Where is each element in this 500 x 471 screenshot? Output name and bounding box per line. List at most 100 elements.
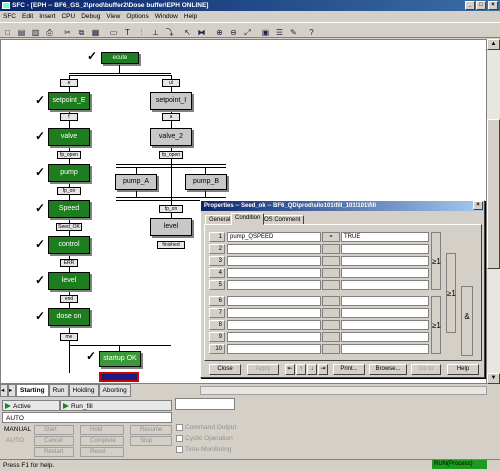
operand-field[interactable] [227,280,321,290]
operand-field[interactable] [227,244,321,254]
operator-select[interactable] [322,280,340,290]
step-control[interactable]: control [48,236,90,254]
initial-step[interactable]: ecute [101,52,139,64]
value-field[interactable] [341,308,429,318]
manual-label[interactable]: MANUAL [2,424,31,435]
value-field[interactable]: TRUE [341,232,429,242]
help-icon[interactable]: ? [305,27,318,39]
menu-window[interactable]: Window [152,11,181,22]
step-level[interactable]: level [48,272,90,290]
transition-end[interactable]: end [60,295,78,303]
transition-f[interactable]: f [60,113,78,121]
value-field[interactable] [341,332,429,342]
select-icon[interactable]: ↖ [181,27,194,39]
complete-button[interactable]: Complete [80,436,124,446]
transition-icon[interactable]: T [121,27,134,39]
vertical-scrollbar[interactable]: ▲ ▼ [487,39,500,384]
transition-ul[interactable]: ul [162,79,180,87]
operator-select[interactable] [322,344,340,354]
goto-button[interactable]: Go to [411,364,441,375]
step-pump[interactable]: pump [48,164,90,182]
menu-debug[interactable]: Debug [78,11,103,22]
start-button[interactable]: Start [34,425,74,435]
table-icon[interactable]: ☰ [273,27,286,39]
value-field[interactable] [341,244,429,254]
tab-aborting[interactable]: Aborting [98,384,131,397]
operator-select[interactable] [322,332,340,342]
operand-field[interactable]: pump_QSPEED [227,232,321,242]
cancel-button[interactable]: Cancel [34,436,74,446]
restart-button[interactable]: Restart [34,447,74,457]
step-setpoint-i[interactable]: setpoint_I [150,92,192,110]
or-block-3[interactable]: ≥1 [446,253,456,333]
transition-e[interactable]: e [60,79,78,87]
print-icon[interactable]: ⎙ [43,27,56,39]
value-field[interactable] [341,268,429,278]
help-button[interactable]: Help [447,364,479,375]
tab-next-icon[interactable]: ▸ [8,384,16,397]
scroll-down-icon[interactable]: ▼ [487,373,500,384]
auto-button[interactable]: AUTO [2,435,30,446]
step-pump-a[interactable]: pump_A [115,174,157,190]
operator-select[interactable] [322,256,340,266]
transition-a[interactable]: a [162,113,180,121]
or-block-2[interactable]: ≥1 [431,296,441,354]
operand-field[interactable] [227,256,321,266]
operand-field[interactable] [227,344,321,354]
operator-select[interactable] [322,244,340,254]
scroll-thumb[interactable] [487,119,500,269]
cut-icon[interactable]: ✂ [61,27,74,39]
minimize-button[interactable]: _ [465,1,475,10]
and-block[interactable]: & [461,286,473,356]
transition-me[interactable]: me [60,333,78,341]
reset-button[interactable]: Reset [80,447,124,457]
stop-button[interactable]: Stop [130,436,172,446]
operator-select[interactable]: = [322,232,340,242]
resume-button[interactable]: Resume [130,425,172,435]
dialog-close-button[interactable]: Close [209,364,241,375]
menu-view[interactable]: View [103,11,123,22]
connect-icon[interactable]: ⧓ [195,27,208,39]
down-icon[interactable]: ↓ [307,364,317,375]
fit-icon[interactable]: ⤢ [241,27,254,39]
step-valve-2[interactable]: valve_2 [150,128,192,146]
transition-fp-on[interactable]: fp_on [57,187,81,195]
transition-finished[interactable]: finished [157,241,185,249]
or-block-1[interactable]: ≥1 [431,232,441,290]
properties-icon[interactable]: ▣ [259,27,272,39]
close-button[interactable]: × [488,1,498,10]
cyclic-operation-checkbox[interactable]: Cyclic Operation [176,433,256,444]
browse-button[interactable]: Browse... [369,364,407,375]
print-button[interactable]: Print... [333,364,365,375]
new-icon[interactable]: □ [1,27,14,39]
transition-fp-on-2[interactable]: fp_on [159,205,183,213]
operand-field[interactable] [227,320,321,330]
step-setpoint-e[interactable]: setpoint_E [48,92,90,110]
menu-help[interactable]: Help [181,11,200,22]
tab-starting[interactable]: Starting [16,384,49,397]
branch-icon[interactable]: ⫶ [135,27,148,39]
time-monitoring-checkbox[interactable]: Time Monitoring [176,444,256,455]
command-output-checkbox[interactable]: Command Output [176,422,256,433]
last-icon[interactable]: ⇥ [318,364,328,375]
menu-options[interactable]: Options [123,11,151,22]
step-pump-b[interactable]: pump_B [185,174,227,190]
selected-transition[interactable] [99,372,139,382]
up-icon[interactable]: ↑ [296,364,306,375]
operand-field[interactable] [227,308,321,318]
scroll-up-icon[interactable]: ▲ [487,39,500,50]
menu-cpu[interactable]: CPU [58,11,78,22]
transition-fp-open-2[interactable]: fp_open [159,151,183,159]
maximize-button[interactable]: □ [476,1,486,10]
menu-edit[interactable]: Edit [19,11,36,22]
tab-prev-icon[interactable]: ◂ [0,384,8,397]
transition-err[interactable]: ERR [60,259,78,267]
open-icon[interactable]: ▤ [15,27,28,39]
apply-button[interactable]: Apply [247,364,279,375]
step-level-2[interactable]: level [150,218,192,236]
tab-condition[interactable]: Condition [231,213,265,225]
menu-insert[interactable]: Insert [36,11,58,22]
zoom-out-icon[interactable]: ⊖ [227,27,240,39]
horizontal-scrollbar[interactable] [200,386,487,395]
value-field[interactable] [341,256,429,266]
